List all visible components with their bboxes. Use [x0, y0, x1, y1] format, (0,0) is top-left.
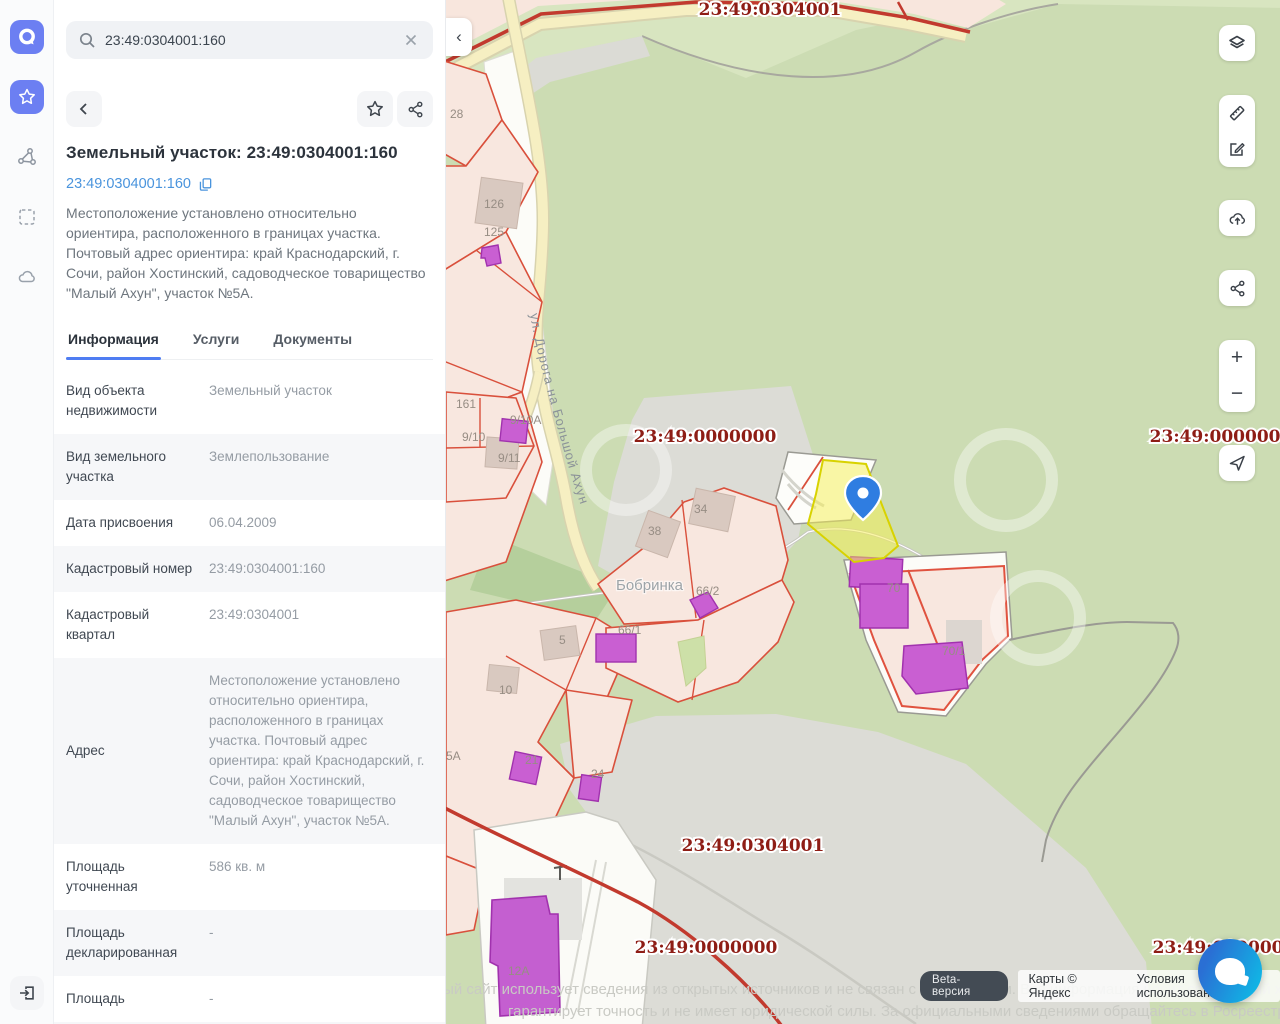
share-button[interactable] [397, 91, 433, 127]
svg-text:5А: 5А [446, 749, 461, 763]
map-canvas[interactable]: ул. Дорога на Большой Ахун Бобринка 28 1… [446, 0, 1280, 1024]
share-icon [406, 100, 425, 119]
svg-text:161: 161 [456, 397, 476, 411]
share-icon [1228, 279, 1247, 298]
svg-text:23:49:0000000: 23:49:0000000 [634, 427, 777, 447]
sidebar-item-favorites[interactable] [10, 80, 44, 114]
chevron-left-icon [76, 101, 92, 117]
close-icon [403, 32, 419, 48]
object-description: Местоположение установлено относительно … [66, 203, 433, 303]
info-table: Вид объекта недвижимости Земельный участ… [54, 368, 445, 1024]
login-button[interactable] [10, 976, 44, 1010]
dashed-square-icon [17, 207, 37, 227]
page-title: Земельный участок: 23:49:0304001:160 [66, 143, 433, 163]
svg-text:9/11: 9/11 [498, 451, 521, 465]
table-row: Вид земельного участка Землепользование [54, 434, 445, 500]
cloud-icon [16, 266, 38, 288]
place-label: Бобринка [616, 577, 684, 594]
copy-icon[interactable] [198, 177, 213, 192]
network-icon [16, 146, 38, 168]
chat-icon [1215, 958, 1245, 985]
locate-button[interactable] [1219, 445, 1255, 481]
svg-text:38: 38 [648, 524, 662, 538]
tab-services[interactable]: Услуги [191, 325, 242, 359]
login-icon [17, 983, 37, 1003]
star-icon [365, 99, 385, 119]
upload-button[interactable] [1219, 200, 1255, 236]
navigate-arrow-icon [1227, 453, 1247, 473]
map-area: ул. Дорога на Большой Ахун Бобринка 28 1… [446, 0, 1280, 1024]
svg-text:23:49:0304001: 23:49:0304001 [682, 836, 825, 856]
svg-text:10: 10 [499, 683, 513, 697]
edit-pencil-icon [1227, 139, 1247, 159]
measure-draw-group [1219, 95, 1255, 167]
svg-text:66/2: 66/2 [696, 584, 720, 598]
table-row: Площадь декларированная - [54, 910, 445, 976]
cloud-upload-icon [1227, 208, 1248, 229]
table-row: Площадь - [54, 976, 445, 1022]
svg-text:23:49:0000000: 23:49:0000000 [635, 938, 778, 958]
ruler-icon [1227, 103, 1247, 123]
table-row: Кадастровый квартал 23:49:0304001 [54, 592, 445, 658]
svg-text:9/10: 9/10 [462, 430, 486, 444]
draw-button[interactable] [1219, 131, 1255, 167]
table-row: Кадастровый номер 23:49:0304001:160 [54, 546, 445, 592]
table-row: Площадь уточненная 586 кв. м [54, 844, 445, 910]
zoom-out-button[interactable]: − [1219, 376, 1255, 412]
logo-bubble-icon [16, 26, 38, 48]
table-row: Дата присвоения 06.04.2009 [54, 500, 445, 546]
table-row: Адрес Местоположение установлено относит… [54, 658, 445, 844]
map-controls: + − [1219, 25, 1255, 481]
search-icon [78, 31, 96, 49]
app-logo[interactable] [10, 20, 44, 54]
svg-text:125: 125 [484, 225, 504, 239]
ruler-button[interactable] [1219, 95, 1255, 131]
sidebar-item-graph[interactable] [10, 140, 44, 174]
search-input[interactable] [105, 32, 401, 48]
collapse-panel-button[interactable]: ‹ [446, 18, 472, 56]
building-capital[interactable] [860, 584, 908, 628]
zoom-group: + − [1219, 340, 1255, 412]
svg-text:70/1: 70/1 [942, 644, 966, 658]
zoom-in-button[interactable]: + [1219, 340, 1255, 376]
svg-text:70: 70 [887, 581, 901, 595]
beta-badge: Beta-версия [920, 971, 1008, 1001]
parcel-12a-zone[interactable] [474, 812, 656, 1024]
support-chat-button[interactable] [1198, 939, 1262, 1003]
back-button[interactable] [66, 91, 102, 127]
tab-documents[interactable]: Документы [271, 325, 354, 359]
share-map-button[interactable] [1219, 270, 1255, 306]
svg-text:24: 24 [591, 767, 605, 781]
svg-text:34: 34 [694, 502, 708, 516]
app-root: Земельный участок: 23:49:0304001:160 23:… [0, 0, 1280, 1024]
tab-bar: Информация Услуги Документы [66, 325, 433, 360]
svg-text:126: 126 [484, 197, 504, 211]
svg-text:23:49:0000000: 23:49:0000000 [1150, 427, 1280, 447]
search-bar [66, 21, 433, 59]
sidebar-item-select-area[interactable] [10, 200, 44, 234]
table-row: Вид объекта недвижимости Земельный участ… [54, 368, 445, 434]
cadastral-number-row: 23:49:0304001:160 [66, 176, 433, 192]
yandex-copyright-link[interactable]: Карты © Яндекс [1028, 972, 1118, 1000]
sidebar-item-cloud[interactable] [10, 260, 44, 294]
svg-text:28: 28 [450, 107, 464, 121]
svg-text:5: 5 [559, 633, 566, 647]
svg-text:21: 21 [525, 753, 539, 767]
svg-text:12А: 12А [508, 964, 529, 978]
layers-icon [1227, 33, 1247, 53]
svg-text:23:49:0304001: 23:49:0304001 [699, 0, 842, 20]
svg-text:9/10А: 9/10А [510, 413, 541, 427]
tab-information[interactable]: Информация [66, 325, 161, 359]
details-panel: Земельный участок: 23:49:0304001:160 23:… [54, 0, 446, 1024]
svg-text:66/1: 66/1 [618, 623, 642, 637]
star-icon [17, 87, 37, 107]
layers-button[interactable] [1219, 25, 1255, 61]
left-toolbar [0, 0, 54, 1024]
favorite-button[interactable] [357, 91, 393, 127]
object-card-header [66, 91, 433, 127]
building-capital[interactable] [490, 896, 560, 1016]
cadastral-number-link[interactable]: 23:49:0304001:160 [66, 176, 191, 192]
clear-search-button[interactable] [401, 30, 421, 50]
